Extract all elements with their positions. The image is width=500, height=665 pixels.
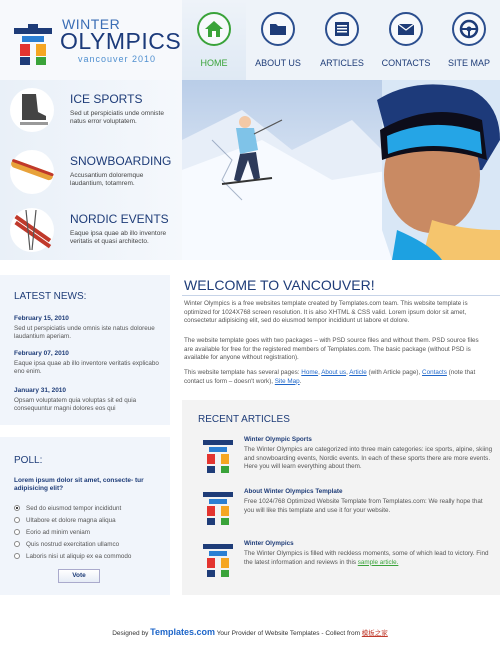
- welcome-paragraph-2: The website template goes with two packa…: [184, 337, 479, 361]
- poll: POLL: Lorem ipsum dolor sit amet, consec…: [0, 437, 170, 595]
- nav-articles-label: ARTICLES: [320, 58, 364, 68]
- p3-text: This website template has several pages:: [184, 369, 302, 376]
- link-about[interactable]: About us: [321, 369, 346, 376]
- sport-nordic-desc: Eaque ipsa quae ab illo inventore verita…: [70, 230, 167, 245]
- main-content: WELCOME TO VANCOUVER! Winter Olympics is…: [182, 275, 500, 605]
- inukshuk-icon: [203, 492, 233, 525]
- radio-button[interactable]: [14, 541, 20, 548]
- nav-contacts-label: CONTACTS: [381, 58, 431, 68]
- logo[interactable]: WINTER OLYMPICS vancouver 2010: [0, 0, 182, 80]
- sport-snowboarding-desc: Accusantium doloremque laudantium, totam…: [70, 172, 144, 187]
- poll-option-label: Sed do eiusmod tempor incididunt: [26, 505, 122, 512]
- article-title[interactable]: About Winter Olympics Template: [244, 488, 343, 495]
- nav-contacts[interactable]: CONTACTS: [374, 0, 438, 80]
- poll-option[interactable]: Quis nostrud exercitation ullamco: [14, 541, 119, 548]
- sample-article-link[interactable]: sample article.: [358, 559, 399, 566]
- poll-question: Lorem ipsum dolor sit amet, consecte- tu…: [14, 477, 144, 492]
- news-date: February 07, 2010: [14, 350, 69, 357]
- poll-option-label: Eorio ad minim veniam: [26, 529, 91, 536]
- welcome-paragraph-3: This website template has several pages:…: [184, 369, 476, 385]
- radio-button[interactable]: [14, 517, 20, 524]
- skis-icon: [10, 208, 54, 252]
- footer-text: Designed by: [112, 630, 151, 637]
- ice-skate-icon: [10, 88, 54, 132]
- page: WINTER OLYMPICS vancouver 2010 HOME ABOU…: [0, 0, 500, 665]
- footer-text: Your Provider of Website Templates - Col…: [215, 630, 362, 637]
- envelope-icon: [389, 12, 423, 46]
- vote-button[interactable]: Vote: [58, 569, 100, 583]
- recent-articles-title: RECENT ARTICLES: [198, 414, 290, 425]
- nav-about[interactable]: ABOUT US: [246, 0, 310, 80]
- poll-option[interactable]: Eorio ad minim veniam: [14, 529, 90, 536]
- welcome-paragraph-1: Winter Olympics is a free websites templ…: [184, 300, 468, 324]
- news-item[interactable]: February 15, 2010 Sed ut perspiciatis un…: [14, 315, 164, 341]
- nav-articles[interactable]: ARTICLES: [310, 0, 374, 80]
- inukshuk-icon: [203, 544, 233, 577]
- sports-panel: ICE SPORTS Sed ut perspiciatis unde omni…: [0, 80, 182, 260]
- latest-news-title: LATEST NEWS:: [14, 291, 87, 302]
- hero-illustration: [182, 80, 500, 260]
- welcome-title: WELCOME TO VANCOUVER!: [184, 277, 375, 293]
- poll-option-label: Quis nostrud exercitation ullamco: [26, 541, 120, 548]
- divider: [182, 295, 500, 296]
- poll-option-label: Laboris nisi ut aliquip ex ea commodo: [26, 553, 132, 560]
- steering-wheel-icon: [452, 12, 486, 46]
- radio-button[interactable]: [14, 553, 20, 560]
- link-home[interactable]: Home: [301, 369, 318, 376]
- logo-olympics-text: OLYMPICS: [60, 28, 182, 54]
- hero-image: [182, 80, 500, 260]
- sport-ice-title: ICE SPORTS: [70, 92, 143, 106]
- nav-home[interactable]: HOME: [182, 0, 246, 80]
- poll-option-label: Ultabore et dolore magna aliqua: [26, 517, 116, 524]
- poll-option[interactable]: Ultabore et dolore magna aliqua: [14, 517, 116, 524]
- document-icon: [325, 12, 359, 46]
- article-title[interactable]: Winter Olympics: [244, 540, 294, 547]
- radio-button[interactable]: [14, 505, 20, 512]
- article-text: The Winter Olympics is filled with reckl…: [244, 550, 494, 567]
- poll-option[interactable]: Laboris nisi ut aliquip ex ea commodo: [14, 553, 131, 560]
- footer-link[interactable]: 模板之家: [362, 630, 388, 637]
- nav-home-label: HOME: [200, 58, 228, 68]
- nav-sitemap-label: SITE MAP: [447, 58, 490, 68]
- recent-articles: RECENT ARTICLES Winter Olympic Sports Th…: [182, 400, 500, 595]
- nav-sitemap[interactable]: SITE MAP: [438, 0, 500, 80]
- logo-subtitle: vancouver 2010: [78, 54, 157, 64]
- nav-about-label: ABOUT US: [255, 58, 301, 68]
- folder-icon: [261, 12, 295, 46]
- sport-nordic[interactable]: NORDIC EVENTS Eaque ipsa quae ab illo in…: [0, 200, 182, 258]
- poll-title: POLL:: [14, 455, 43, 466]
- article-text: The Winter Olympics are categorized into…: [244, 446, 493, 470]
- radio-button[interactable]: [14, 529, 20, 536]
- news-item[interactable]: January 31, 2010 Opsam voluptatem quia v…: [14, 387, 164, 413]
- news-text: Eaque ipsa quae ab illo inventore verita…: [14, 360, 159, 375]
- sport-snowboarding[interactable]: SNOWBOARDING Accusantium doloremque laud…: [0, 142, 182, 200]
- snowboard-icon: [10, 150, 54, 194]
- inukshuk-logo-icon: [14, 24, 52, 65]
- news-text: Sed ut perspiciatis unde omnis iste natu…: [14, 325, 155, 340]
- sport-ice[interactable]: ICE SPORTS Sed ut perspiciatis unde omni…: [0, 80, 182, 138]
- poll-option[interactable]: Sed do eiusmod tempor incididunt: [14, 505, 121, 512]
- home-icon: [197, 12, 231, 46]
- news-text: Opsam voluptatem quia voluptas sit ed qu…: [14, 397, 137, 412]
- sport-ice-desc: Sed ut perspiciatis unde omniste natus e…: [70, 110, 164, 125]
- news-date: February 15, 2010: [14, 315, 69, 322]
- templates-logo[interactable]: Templates.com: [150, 627, 215, 637]
- news-date: January 31, 2010: [14, 387, 67, 394]
- sport-snowboarding-title: SNOWBOARDING: [70, 154, 172, 168]
- header: WINTER OLYMPICS vancouver 2010 HOME ABOU…: [0, 0, 500, 80]
- p3-text: (with Article page),: [366, 369, 423, 376]
- news-item[interactable]: February 07, 2010 Eaque ipsa quae ab ill…: [14, 350, 164, 376]
- link-contacts[interactable]: Contacts: [422, 369, 447, 376]
- article-text: Free 1024/768 Optimized Website Template…: [244, 498, 483, 514]
- article-title[interactable]: Winter Olympic Sports: [244, 436, 312, 443]
- link-sitemap[interactable]: Site Map: [275, 378, 300, 385]
- footer: Designed by Templates.com Your Provider …: [0, 620, 500, 645]
- latest-news: LATEST NEWS: February 15, 2010 Sed ut pe…: [0, 275, 170, 425]
- sport-nordic-title: NORDIC EVENTS: [70, 212, 169, 226]
- link-article[interactable]: Article: [349, 369, 367, 376]
- inukshuk-icon: [203, 440, 233, 473]
- main-nav: HOME ABOUT US ARTICLES CONTACTS SITE MAP: [182, 0, 500, 80]
- left-column: LATEST NEWS: February 15, 2010 Sed ut pe…: [0, 275, 170, 595]
